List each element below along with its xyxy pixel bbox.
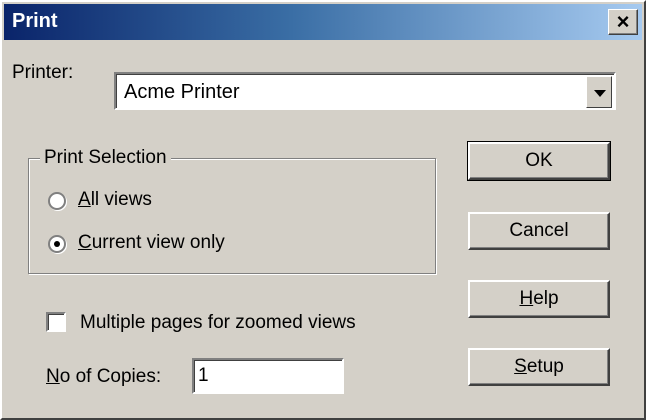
title-bar[interactable]: Print × <box>4 4 642 40</box>
copies-label: No of Copies: <box>46 366 162 387</box>
copies-input-value: 1 <box>198 365 209 386</box>
printer-select-value: Acme Printer <box>124 81 240 103</box>
ok-button[interactable]: OK <box>467 141 611 181</box>
radio-current-view-label[interactable]: Current view only <box>78 232 225 254</box>
copies-input[interactable]: 1 <box>192 358 344 394</box>
printer-label: Printer: <box>12 62 74 83</box>
setup-button[interactable]: Setup <box>468 348 610 386</box>
multiple-pages-checkbox[interactable] <box>46 312 66 332</box>
close-icon: × <box>616 9 630 34</box>
dialog-title: Print <box>12 10 58 32</box>
radio-all-views[interactable] <box>48 192 66 210</box>
chevron-down-icon[interactable] <box>586 76 612 108</box>
multiple-pages-label[interactable]: Multiple pages for zoomed views <box>80 312 356 334</box>
radio-current-view-only[interactable] <box>48 235 66 253</box>
printer-select[interactable]: Acme Printer <box>114 72 616 110</box>
cancel-button[interactable]: Cancel <box>468 212 610 250</box>
print-selection-title: Print Selection <box>40 147 171 169</box>
radio-all-views-label[interactable]: All views <box>78 189 152 211</box>
help-button[interactable]: Help <box>468 280 610 318</box>
print-selection-group <box>28 158 436 274</box>
print-dialog: Print × Printer: Acme Printer Print Sele… <box>0 0 646 420</box>
close-button[interactable]: × <box>608 9 638 35</box>
